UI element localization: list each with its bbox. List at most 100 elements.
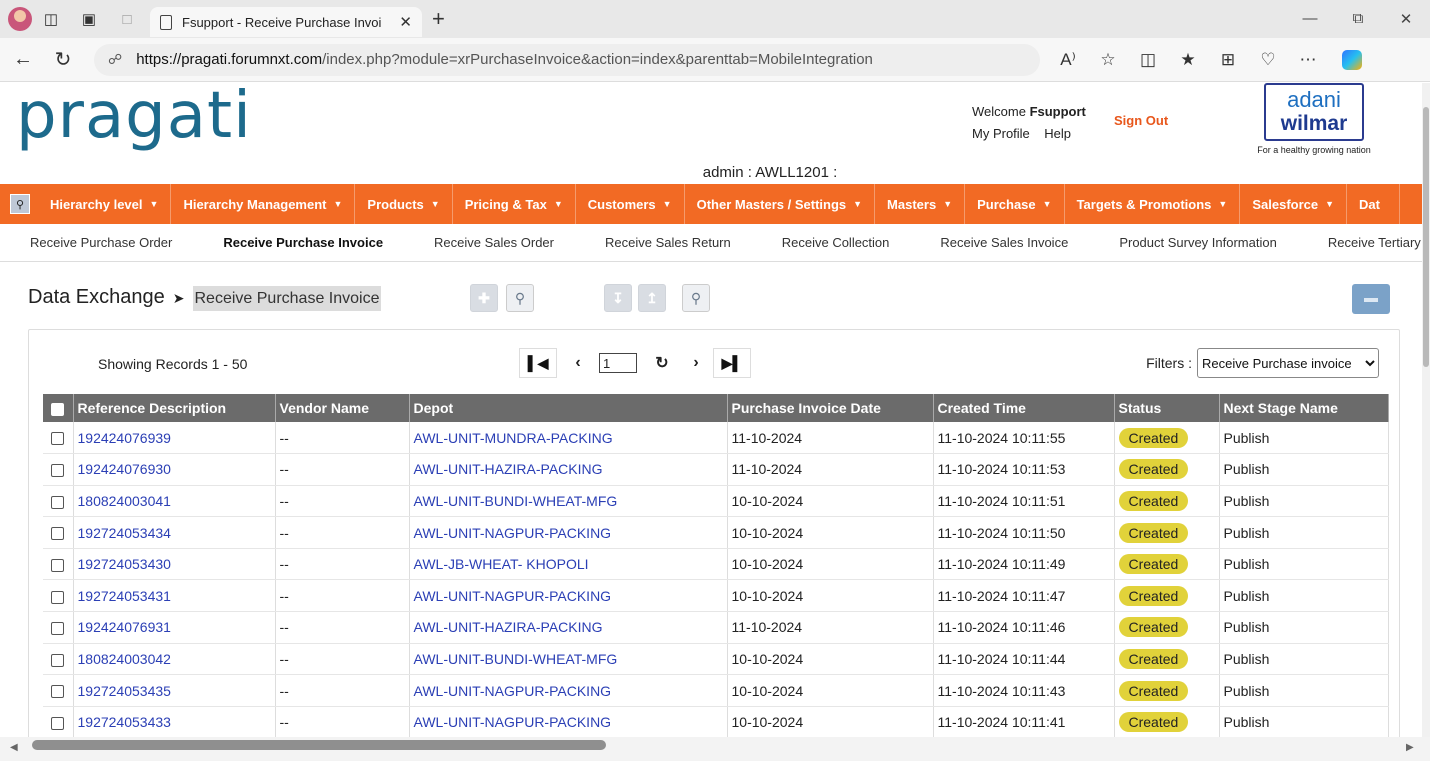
depot-link[interactable]: AWL-UNIT-NAGPUR-PACKING <box>414 714 612 730</box>
menu-salesforce[interactable]: Salesforce <box>1240 184 1348 224</box>
table-row[interactable]: 192424076939 -- AWL-UNIT-MUNDRA-PACKING 11-… <box>43 422 1389 455</box>
reference-link[interactable]: 192724053430 <box>78 556 171 572</box>
submenu-receive-purchase-order[interactable]: Receive Purchase Order <box>0 235 193 250</box>
search-icon[interactable]: ⚲ <box>506 284 534 312</box>
refresh-icon[interactable]: ↻ <box>46 47 80 72</box>
depot-link[interactable]: AWL-UNIT-MUNDRA-PACKING <box>414 430 613 446</box>
restore-icon[interactable]: ⧉ <box>1334 10 1382 28</box>
menu-other-masters[interactable]: Other Masters / Settings <box>685 184 876 224</box>
depot-link[interactable]: AWL-UNIT-BUNDI-WHEAT-MFG <box>414 493 618 509</box>
favorite-star-icon[interactable]: ☆ <box>1088 50 1128 70</box>
split-screen-icon[interactable]: ◫ <box>1128 50 1168 70</box>
back-icon[interactable]: ← <box>6 48 40 71</box>
find-duplicates-icon[interactable]: ⚲ <box>682 284 710 312</box>
collections-icon[interactable]: ⊞ <box>1208 50 1248 70</box>
menu-hierarchy-level[interactable]: Hierarchy level <box>38 184 172 224</box>
menu-targets-promotions[interactable]: Targets & Promotions <box>1065 184 1241 224</box>
depot-link[interactable]: AWL-UNIT-BUNDI-WHEAT-MFG <box>414 651 618 667</box>
add-icon[interactable]: ✚ <box>470 284 498 312</box>
col-vendor[interactable]: Vendor Name <box>275 394 410 422</box>
submenu-product-survey[interactable]: Product Survey Information <box>1089 235 1298 250</box>
table-row[interactable]: 180824003041 -- AWL-UNIT-BUNDI-WHEAT-MFG 10… <box>43 485 1389 518</box>
close-tab-icon[interactable]: ✕ <box>399 13 412 31</box>
reference-link[interactable]: 192424076939 <box>78 430 171 446</box>
scroll-right-icon[interactable]: ▶ <box>1406 742 1414 753</box>
row-checkbox[interactable] <box>51 622 65 636</box>
reload-icon[interactable]: ↻ <box>645 353 679 373</box>
vertical-scrollbar[interactable] <box>1422 83 1430 737</box>
col-status[interactable]: Status <box>1114 394 1220 422</box>
row-checkbox[interactable] <box>51 716 65 730</box>
col-reference[interactable]: Reference Description <box>73 394 276 422</box>
lock-icon[interactable]: ☍ <box>108 51 122 68</box>
table-row[interactable]: 192724053434 -- AWL-UNIT-NAGPUR-PACKING 10-… <box>43 516 1389 549</box>
submenu-receive-purchase-invoice[interactable]: Receive Purchase Invoice <box>193 235 404 250</box>
menu-masters[interactable]: Masters <box>875 184 966 224</box>
browser-tab[interactable]: Fsupport - Receive Purchase Invoi ✕ <box>150 7 422 37</box>
depot-link[interactable]: AWL-JB-WHEAT- KHOPOLI <box>414 556 589 572</box>
performance-icon[interactable]: ♡ <box>1248 50 1288 70</box>
workspaces-icon[interactable]: ◫ <box>32 0 70 38</box>
scroll-left-icon[interactable]: ◀ <box>10 742 18 753</box>
submenu-receive-sales-invoice[interactable]: Receive Sales Invoice <box>910 235 1089 250</box>
reference-link[interactable]: 192724053431 <box>78 588 171 604</box>
page-title-main[interactable]: Data Exchange <box>28 286 165 308</box>
prev-page-icon[interactable]: ‹ <box>561 354 595 372</box>
table-row[interactable]: 192724053430 -- AWL-JB-WHEAT- KHOPOLI 10-10… <box>43 548 1389 581</box>
row-checkbox[interactable] <box>51 558 65 572</box>
select-all-checkbox[interactable] <box>51 402 65 416</box>
help-link[interactable]: Help <box>1044 126 1071 141</box>
row-checkbox[interactable] <box>51 527 65 541</box>
depot-link[interactable]: AWL-UNIT-HAZIRA-PACKING <box>414 461 603 477</box>
reference-link[interactable]: 192424076930 <box>78 461 171 477</box>
col-invoice-date[interactable]: Purchase Invoice Date <box>727 394 934 422</box>
pragati-logo[interactable]: pragati <box>16 83 252 153</box>
more-icon[interactable]: ⋯ <box>1288 50 1328 70</box>
blank-tab-icon[interactable]: □ <box>108 0 146 38</box>
table-row[interactable]: 192724053435 -- AWL-UNIT-NAGPUR-PACKING 10-… <box>43 674 1389 707</box>
sign-out-link[interactable]: Sign Out <box>1114 113 1168 128</box>
my-profile-link[interactable]: My Profile <box>972 126 1030 141</box>
table-row[interactable]: 192424076931 -- AWL-UNIT-HAZIRA-PACKING 11-… <box>43 611 1389 644</box>
first-page-icon[interactable]: ▌◀ <box>519 348 557 378</box>
url-bar[interactable]: ☍ https://pragati.forumnxt.com/index.php… <box>94 43 1040 76</box>
row-checkbox[interactable] <box>51 685 65 699</box>
row-checkbox[interactable] <box>51 464 65 478</box>
read-aloud-icon[interactable]: A⁾ <box>1048 50 1088 70</box>
col-depot[interactable]: Depot <box>409 394 728 422</box>
table-row[interactable]: 180824003042 -- AWL-UNIT-BUNDI-WHEAT-MFG 10… <box>43 643 1389 676</box>
col-created-time[interactable]: Created Time <box>933 394 1115 422</box>
menu-hierarchy-management[interactable]: Hierarchy Management <box>171 184 356 224</box>
submenu-receive-sales-order[interactable]: Receive Sales Order <box>404 235 575 250</box>
page-number-input[interactable]: 1 <box>599 353 637 373</box>
import-icon[interactable]: ↧ <box>604 284 632 312</box>
reference-link[interactable]: 192424076931 <box>78 619 171 635</box>
reference-link[interactable]: 192724053435 <box>78 683 171 699</box>
menu-customers[interactable]: Customers <box>576 184 685 224</box>
close-window-icon[interactable]: ✕ <box>1382 10 1430 28</box>
menu-search-icon[interactable]: ⚲ <box>10 194 30 214</box>
table-row[interactable]: 192724053431 -- AWL-UNIT-NAGPUR-PACKING 10-… <box>43 579 1389 613</box>
next-page-icon[interactable]: › <box>679 354 713 372</box>
reference-link[interactable]: 180824003041 <box>78 493 171 509</box>
row-checkbox[interactable] <box>51 432 65 446</box>
export-icon[interactable]: ↥ <box>638 284 666 312</box>
submenu-receive-tertiary-stock[interactable]: Receive Tertiary Stock <box>1298 235 1422 250</box>
menu-data[interactable]: Dat <box>1347 184 1400 224</box>
row-checkbox[interactable] <box>51 590 65 604</box>
depot-link[interactable]: AWL-UNIT-NAGPUR-PACKING <box>414 683 612 699</box>
depot-link[interactable]: AWL-UNIT-NAGPUR-PACKING <box>414 588 612 604</box>
last-page-icon[interactable]: ▶▌ <box>713 348 751 378</box>
row-checkbox[interactable] <box>51 653 65 667</box>
folder-icon[interactable] <box>1352 284 1390 314</box>
row-checkbox[interactable] <box>51 495 65 509</box>
new-tab-button[interactable]: + <box>432 6 445 32</box>
menu-pricing-tax[interactable]: Pricing & Tax <box>453 184 576 224</box>
profile-avatar[interactable] <box>8 7 32 31</box>
horizontal-scroll-thumb[interactable] <box>32 740 606 750</box>
table-row[interactable]: 192724053433 -- AWL-UNIT-NAGPUR-PACKING 10-… <box>43 706 1389 739</box>
favorites-icon[interactable]: ★ <box>1168 50 1208 70</box>
depot-link[interactable]: AWL-UNIT-HAZIRA-PACKING <box>414 619 603 635</box>
horizontal-scrollbar[interactable]: ◀ ▶ <box>0 737 1430 761</box>
submenu-receive-collection[interactable]: Receive Collection <box>752 235 911 250</box>
